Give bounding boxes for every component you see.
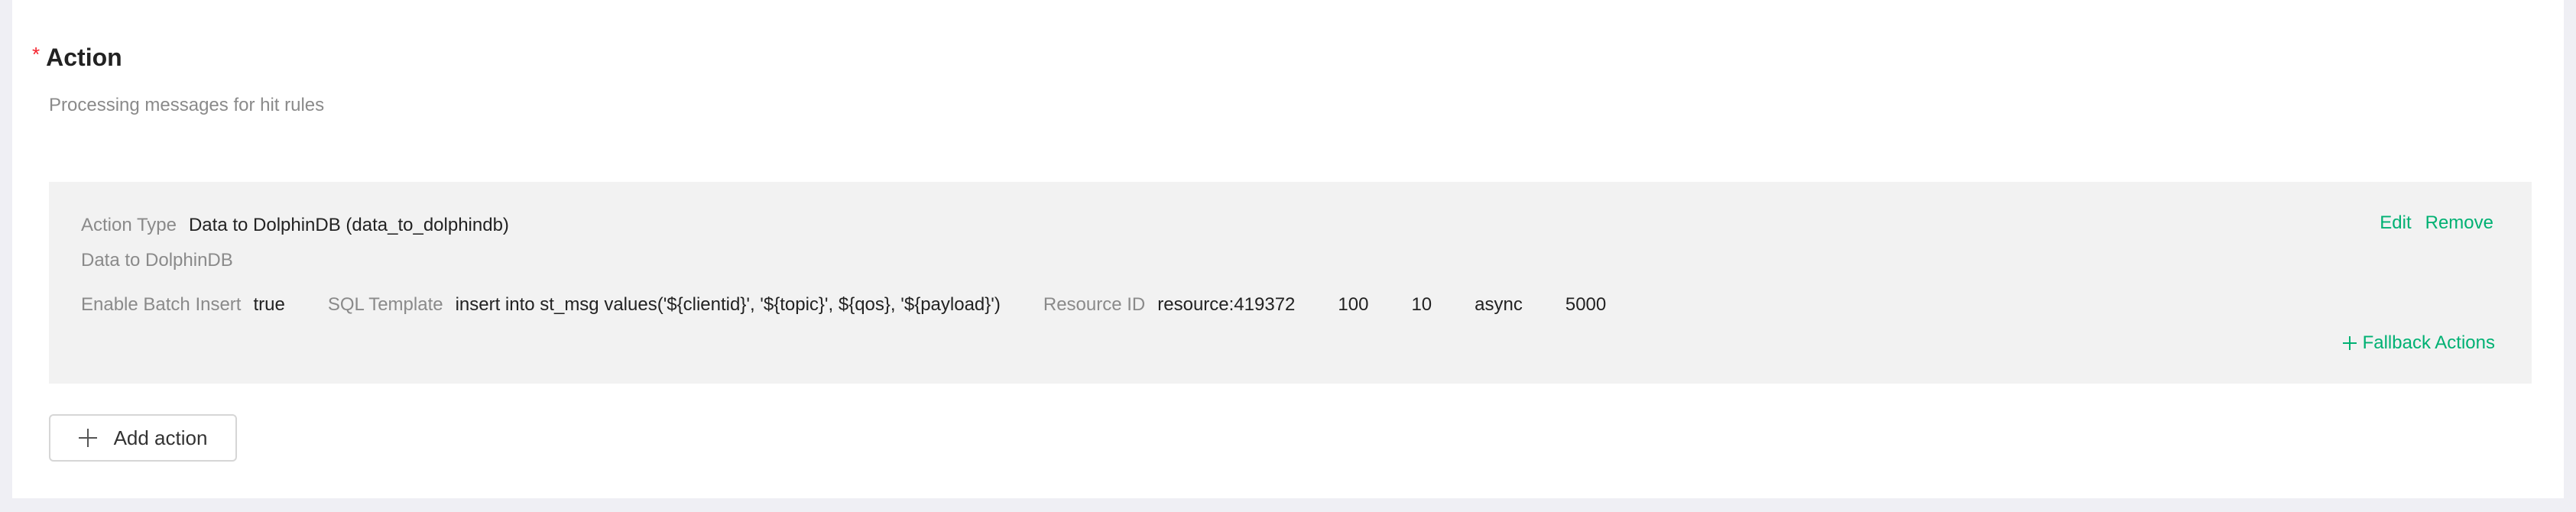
plus-icon bbox=[78, 429, 97, 447]
action-type-label: Action Type bbox=[81, 215, 177, 235]
param-value-4: 5000 bbox=[1565, 294, 1607, 315]
sql-template-value: insert into st_msg values('${clientid}',… bbox=[455, 294, 1001, 315]
batch-insert-value: true bbox=[253, 294, 285, 315]
add-action-button[interactable]: Add action bbox=[49, 414, 237, 462]
action-type-value: Data to DolphinDB (data_to_dolphindb) bbox=[188, 215, 509, 235]
action-type-row: Action Type Data to DolphinDB (data_to_d… bbox=[81, 212, 509, 238]
action-panel: * Action Processing messages for hit rul… bbox=[12, 0, 2564, 498]
plus-icon bbox=[2342, 336, 2357, 350]
param-value-2: 10 bbox=[1411, 294, 1432, 315]
remove-link[interactable]: Remove bbox=[2425, 212, 2493, 234]
action-card: Action Type Data to DolphinDB (data_to_d… bbox=[49, 182, 2532, 384]
sql-template-label: SQL Template bbox=[327, 294, 443, 315]
param-value-1: 100 bbox=[1338, 294, 1369, 315]
action-params-row: Enable Batch Insert true SQL Template in… bbox=[81, 292, 1606, 318]
card-actions: Edit Remove bbox=[2380, 212, 2493, 234]
add-action-label: Add action bbox=[113, 426, 208, 449]
section-title: Action bbox=[46, 43, 122, 71]
section-description: Processing messages for hit rules bbox=[49, 95, 325, 115]
batch-insert-label: Enable Batch Insert bbox=[81, 294, 242, 315]
action-description-row: Data to DolphinDB bbox=[81, 248, 233, 274]
section-header: * Action bbox=[32, 38, 122, 76]
param-value-3: async bbox=[1475, 294, 1523, 315]
edit-link[interactable]: Edit bbox=[2380, 212, 2411, 234]
resource-id-value: resource:419372 bbox=[1157, 294, 1296, 315]
required-mark: * bbox=[32, 43, 41, 66]
action-description: Data to DolphinDB bbox=[81, 250, 233, 271]
fallback-actions-label: Fallback Actions bbox=[2362, 332, 2495, 353]
resource-id-label: Resource ID bbox=[1043, 294, 1146, 315]
fallback-actions-button[interactable]: Fallback Actions bbox=[2342, 330, 2495, 356]
